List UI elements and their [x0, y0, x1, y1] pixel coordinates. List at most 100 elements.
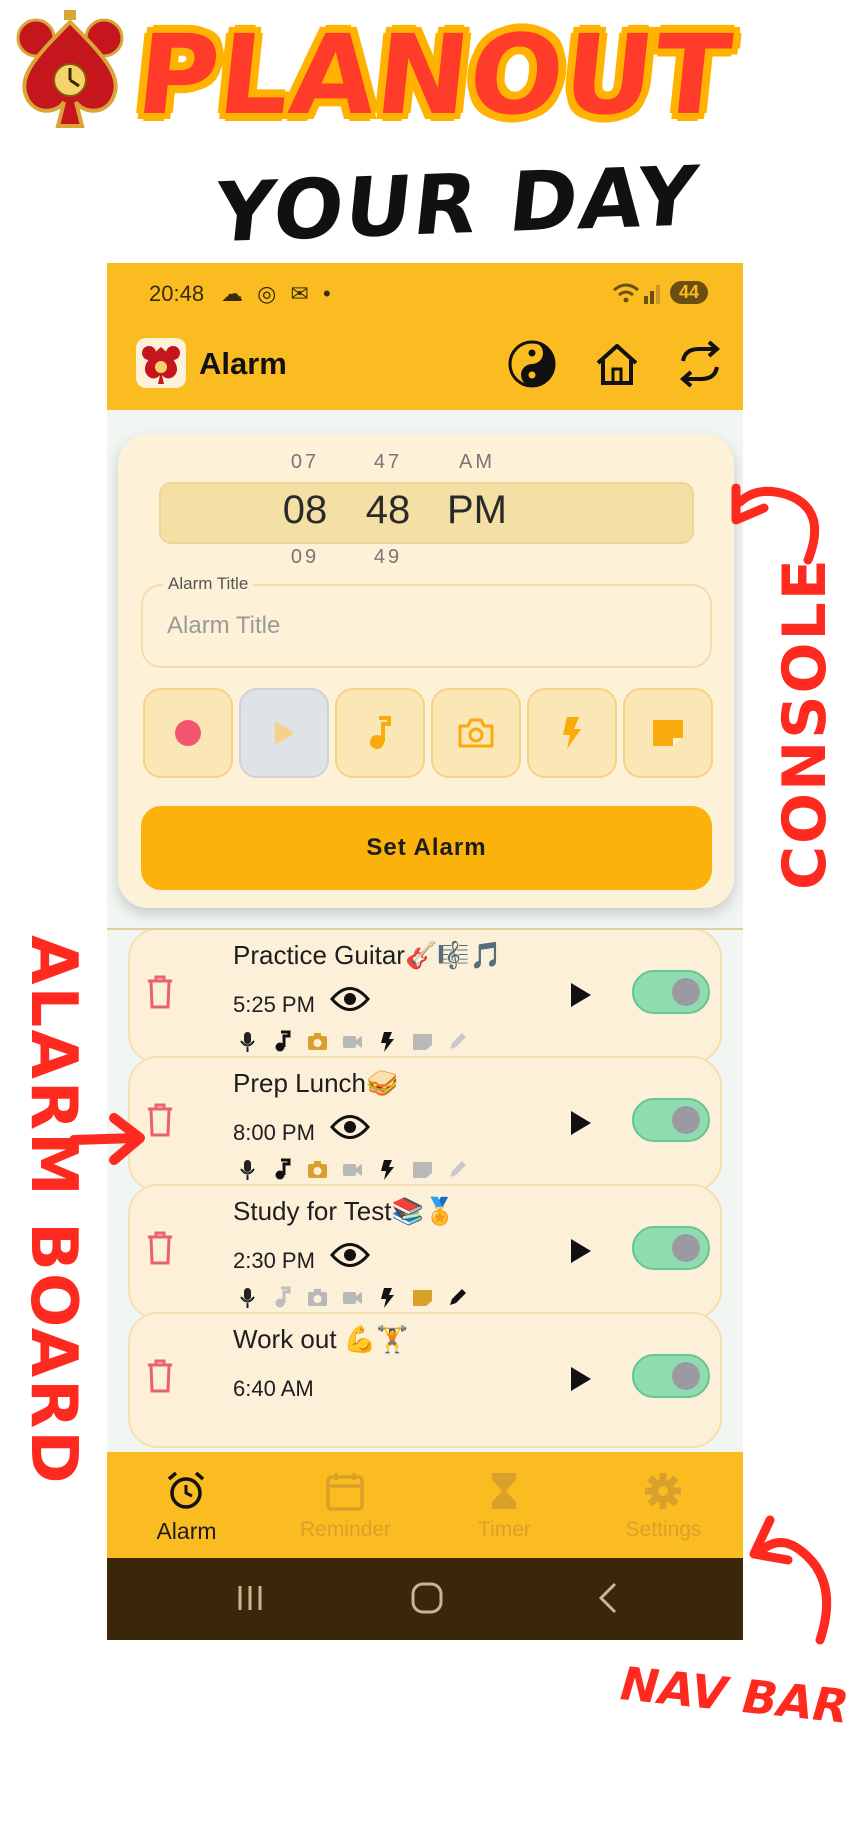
picker-minute-selected[interactable]: 48	[348, 488, 428, 533]
nav-item-timer[interactable]: Timer	[425, 1452, 584, 1558]
mic-icon	[240, 1160, 255, 1180]
nav-bar-arrow-icon	[749, 1515, 832, 1645]
alarm-name: Study for Test📚🏅	[233, 1196, 457, 1226]
nav-label: Reminder	[299, 1518, 392, 1541]
bottom-nav: Alarm Reminder Timer Settings	[107, 1452, 743, 1558]
back-icon[interactable]	[589, 1580, 629, 1616]
flash-icon	[563, 717, 581, 749]
app-title: Alarm	[199, 346, 287, 381]
alarm-time: 6:40 AM	[233, 1376, 314, 1401]
alarm-board: Practice Guitar🎸🎼🎵 5:25 PM Prep Lunch🥪 8…	[107, 930, 743, 1460]
alarm-name: Work out 💪🏋	[233, 1324, 409, 1354]
wifi-signal-icon	[613, 283, 660, 304]
video-icon	[343, 1292, 362, 1304]
nav-item-settings[interactable]: Settings	[584, 1452, 743, 1558]
nav-item-reminder[interactable]: Reminder	[266, 1452, 425, 1558]
toggle-knob	[672, 1362, 700, 1390]
eye-icon[interactable]	[330, 984, 370, 1014]
annotation-console: CONSOLE	[770, 557, 840, 890]
home-button-icon[interactable]	[407, 1580, 447, 1616]
pencil-icon	[450, 1289, 466, 1305]
camera-button[interactable]	[431, 688, 521, 778]
play-icon[interactable]	[567, 1108, 595, 1138]
flash-icon	[381, 1160, 394, 1180]
picker-minute-prev[interactable]: 47	[348, 451, 428, 474]
battery-badge: 44	[669, 281, 708, 304]
alarm-board-arrow-icon	[70, 1113, 145, 1165]
phone-screen: 20:48 ☁ ◎ ✉ • 44 Alarm 07 47 AM 08 48 PM…	[107, 263, 743, 1640]
play-icon[interactable]	[567, 1364, 595, 1394]
eye-icon[interactable]	[330, 1112, 370, 1142]
feature-icons	[236, 1158, 469, 1181]
mic-icon	[240, 1288, 255, 1308]
feature-icons	[236, 1286, 469, 1309]
nav-label: Settings	[625, 1518, 702, 1541]
camera-icon	[308, 1289, 327, 1306]
video-icon	[343, 1036, 362, 1048]
promo-subline: YOUR DAY	[210, 148, 704, 262]
alarm-time: 2:30 PM	[233, 1248, 315, 1273]
calendar-icon	[326, 1473, 364, 1511]
alarm-title-input[interactable]	[167, 608, 687, 644]
alarm-toggle[interactable]	[632, 970, 710, 1014]
flash-icon	[381, 1032, 394, 1052]
nav-item-alarm[interactable]: Alarm	[107, 1452, 266, 1558]
picker-period-prev[interactable]: AM	[437, 451, 517, 474]
mic-icon	[240, 1032, 255, 1052]
alarm-name: Prep Lunch🥪	[233, 1068, 399, 1098]
pencil-icon	[450, 1161, 466, 1177]
picker-hour-selected[interactable]: 08	[265, 488, 345, 533]
picker-period-selected[interactable]: PM	[437, 488, 517, 533]
home-icon[interactable]	[590, 337, 644, 391]
alarm-toggle[interactable]	[632, 1226, 710, 1270]
play-icon	[275, 721, 295, 745]
play-icon[interactable]	[567, 1236, 595, 1266]
alarm-console: 07 47 AM 08 48 PM 09 49 Alarm Title Alar…	[118, 434, 734, 908]
note-icon	[413, 1034, 432, 1050]
alarm-card[interactable]: Practice Guitar🎸🎼🎵 5:25 PM	[128, 930, 722, 1064]
eye-icon[interactable]	[330, 1240, 370, 1270]
note-icon	[413, 1290, 432, 1306]
flash-icon	[381, 1288, 394, 1308]
yin-yang-icon[interactable]	[505, 337, 559, 391]
picker-hour-prev[interactable]: 07	[265, 451, 345, 474]
alarm-clock-icon	[167, 1471, 205, 1509]
camera-icon	[458, 718, 494, 748]
recents-icon[interactable]	[230, 1580, 270, 1616]
note-icon	[653, 720, 683, 746]
alarm-card[interactable]: Study for Test📚🏅 2:30 PM	[128, 1184, 722, 1320]
alarm-time: 8:00 PM	[233, 1120, 315, 1145]
play-icon[interactable]	[567, 980, 595, 1010]
delete-icon[interactable]	[144, 1230, 176, 1266]
toggle-knob	[672, 1106, 700, 1134]
note-button[interactable]	[623, 688, 713, 778]
music-note-icon	[275, 1158, 291, 1180]
video-icon	[343, 1164, 362, 1176]
alarm-card[interactable]: Prep Lunch🥪 8:00 PM	[128, 1056, 722, 1192]
set-alarm-button[interactable]: Set Alarm	[141, 806, 712, 890]
status-time: 20:48	[149, 281, 205, 306]
nav-label: Timer	[478, 1518, 531, 1541]
alarm-toggle[interactable]	[632, 1098, 710, 1142]
alarm-name: Practice Guitar🎸🎼🎵	[233, 940, 503, 970]
system-nav-bar	[107, 1558, 743, 1640]
feature-icons	[236, 1030, 469, 1053]
delete-icon[interactable]	[144, 1358, 176, 1394]
app-bar-logo-icon	[136, 338, 186, 388]
music-note-icon	[275, 1286, 291, 1308]
console-arrow-icon	[731, 483, 820, 565]
picker-hour-next[interactable]: 09	[265, 546, 345, 569]
music-note-icon	[275, 1030, 291, 1052]
music-button[interactable]	[335, 688, 425, 778]
flash-button[interactable]	[527, 688, 617, 778]
play-button[interactable]	[239, 688, 329, 778]
status-bar: 20:48 ☁ ◎ ✉ • 44	[107, 263, 743, 325]
app-bar: Alarm	[107, 325, 743, 410]
promo-headline: PLANOUT	[131, 11, 738, 139]
delete-icon[interactable]	[144, 974, 176, 1010]
sync-icon[interactable]	[673, 337, 727, 391]
alarm-toggle[interactable]	[632, 1354, 710, 1398]
alarm-card[interactable]: Work out 💪🏋 6:40 AM	[128, 1312, 722, 1448]
picker-minute-next[interactable]: 49	[348, 546, 428, 569]
record-button[interactable]	[143, 688, 233, 778]
